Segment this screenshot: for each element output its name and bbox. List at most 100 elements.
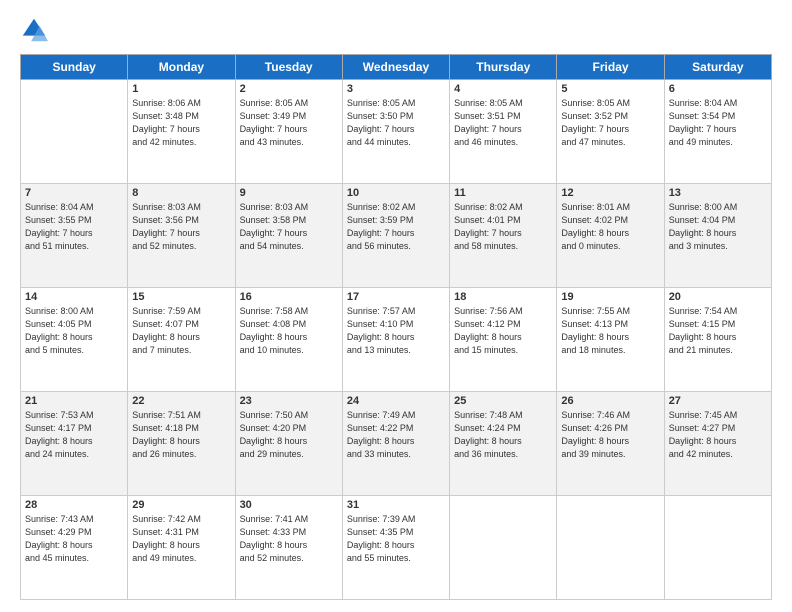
day-number: 19 <box>561 291 659 303</box>
day-number: 27 <box>669 395 767 407</box>
calendar-table: SundayMondayTuesdayWednesdayThursdayFrid… <box>20 54 772 600</box>
day-number: 9 <box>240 187 338 199</box>
col-header-tuesday: Tuesday <box>235 55 342 80</box>
day-cell: 26 Sunrise: 7:46 AM Sunset: 4:26 PM Dayli… <box>557 392 664 496</box>
day-number: 30 <box>240 499 338 511</box>
day-cell: 31Sunrise: 7:39 AM Sunset: 4:35 PM Dayli… <box>342 496 449 600</box>
day-cell <box>557 496 664 600</box>
day-info: Sunrise: 7:49 AM Sunset: 4:22 PM Dayligh… <box>347 409 445 461</box>
day-number: 6 <box>669 83 767 95</box>
day-info: Sunrise: 8:00 AM Sunset: 4:05 PM Dayligh… <box>25 305 123 357</box>
day-number: 24 <box>347 395 445 407</box>
day-cell: 15 Sunrise: 7:59 AM Sunset: 4:07 PM Dayli… <box>128 288 235 392</box>
day-number: 2 <box>240 83 338 95</box>
day-info: Sunrise: 8:03 AM Sunset: 3:56 PM Dayligh… <box>132 201 230 253</box>
day-info: Sunrise: 7:51 AM Sunset: 4:18 PM Dayligh… <box>132 409 230 461</box>
day-cell: 16 Sunrise: 7:58 AM Sunset: 4:08 PM Dayli… <box>235 288 342 392</box>
day-cell: 20Sunrise: 7:54 AM Sunset: 4:15 PM Dayli… <box>664 288 771 392</box>
day-info: Sunrise: 8:05 AM Sunset: 3:52 PM Dayligh… <box>561 97 659 149</box>
day-cell: 23 Sunrise: 7:50 AM Sunset: 4:20 PM Dayli… <box>235 392 342 496</box>
day-number: 15 <box>132 291 230 303</box>
day-number: 11 <box>454 187 552 199</box>
day-cell: 27 Sunrise: 7:45 AM Sunset: 4:27 PM Dayli… <box>664 392 771 496</box>
col-header-friday: Friday <box>557 55 664 80</box>
day-number: 17 <box>347 291 445 303</box>
day-info: Sunrise: 7:46 AM Sunset: 4:26 PM Dayligh… <box>561 409 659 461</box>
day-info: Sunrise: 8:05 AM Sunset: 3:51 PM Dayligh… <box>454 97 552 149</box>
day-info: Sunrise: 7:54 AM Sunset: 4:15 PM Dayligh… <box>669 305 767 357</box>
day-number: 7 <box>25 187 123 199</box>
day-number: 12 <box>561 187 659 199</box>
week-row-2: 7 Sunrise: 8:04 AM Sunset: 3:55 PM Daylig… <box>21 184 772 288</box>
day-info: Sunrise: 8:01 AM Sunset: 4:02 PM Dayligh… <box>561 201 659 253</box>
day-info: Sunrise: 7:53 AM Sunset: 4:17 PM Dayligh… <box>25 409 123 461</box>
day-number: 31 <box>347 499 445 511</box>
day-info: Sunrise: 7:56 AM Sunset: 4:12 PM Dayligh… <box>454 305 552 357</box>
day-info: Sunrise: 8:04 AM Sunset: 3:55 PM Dayligh… <box>25 201 123 253</box>
day-info: Sunrise: 7:45 AM Sunset: 4:27 PM Dayligh… <box>669 409 767 461</box>
col-header-sunday: Sunday <box>21 55 128 80</box>
col-header-monday: Monday <box>128 55 235 80</box>
col-header-saturday: Saturday <box>664 55 771 80</box>
day-cell <box>21 80 128 184</box>
day-number: 8 <box>132 187 230 199</box>
week-row-3: 14 Sunrise: 8:00 AM Sunset: 4:05 PM Dayli… <box>21 288 772 392</box>
day-cell: 6 Sunrise: 8:04 AM Sunset: 3:54 PM Daylig… <box>664 80 771 184</box>
day-cell: 21 Sunrise: 7:53 AM Sunset: 4:17 PM Dayli… <box>21 392 128 496</box>
day-cell: 13 Sunrise: 8:00 AM Sunset: 4:04 PM Dayli… <box>664 184 771 288</box>
day-number: 13 <box>669 187 767 199</box>
day-info: Sunrise: 8:05 AM Sunset: 3:50 PM Dayligh… <box>347 97 445 149</box>
day-cell: 25 Sunrise: 7:48 AM Sunset: 4:24 PM Dayli… <box>450 392 557 496</box>
day-info: Sunrise: 7:43 AM Sunset: 4:29 PM Dayligh… <box>25 513 123 565</box>
day-number: 25 <box>454 395 552 407</box>
day-info: Sunrise: 7:48 AM Sunset: 4:24 PM Dayligh… <box>454 409 552 461</box>
day-number: 29 <box>132 499 230 511</box>
day-info: Sunrise: 8:04 AM Sunset: 3:54 PM Dayligh… <box>669 97 767 149</box>
day-number: 21 <box>25 395 123 407</box>
day-cell <box>664 496 771 600</box>
week-row-4: 21 Sunrise: 7:53 AM Sunset: 4:17 PM Dayli… <box>21 392 772 496</box>
day-cell: 12 Sunrise: 8:01 AM Sunset: 4:02 PM Dayli… <box>557 184 664 288</box>
day-info: Sunrise: 8:00 AM Sunset: 4:04 PM Dayligh… <box>669 201 767 253</box>
day-number: 16 <box>240 291 338 303</box>
day-cell: 7 Sunrise: 8:04 AM Sunset: 3:55 PM Daylig… <box>21 184 128 288</box>
day-number: 26 <box>561 395 659 407</box>
day-info: Sunrise: 7:55 AM Sunset: 4:13 PM Dayligh… <box>561 305 659 357</box>
day-number: 10 <box>347 187 445 199</box>
day-cell: 22 Sunrise: 7:51 AM Sunset: 4:18 PM Dayli… <box>128 392 235 496</box>
header <box>20 16 772 44</box>
day-cell: 10Sunrise: 8:02 AM Sunset: 3:59 PM Dayli… <box>342 184 449 288</box>
day-number: 1 <box>132 83 230 95</box>
calendar-header-row: SundayMondayTuesdayWednesdayThursdayFrid… <box>21 55 772 80</box>
day-cell: 29Sunrise: 7:42 AM Sunset: 4:31 PM Dayli… <box>128 496 235 600</box>
day-info: Sunrise: 7:41 AM Sunset: 4:33 PM Dayligh… <box>240 513 338 565</box>
day-cell: 8 Sunrise: 8:03 AM Sunset: 3:56 PM Daylig… <box>128 184 235 288</box>
col-header-thursday: Thursday <box>450 55 557 80</box>
day-cell: 19 Sunrise: 7:55 AM Sunset: 4:13 PM Dayli… <box>557 288 664 392</box>
day-number: 22 <box>132 395 230 407</box>
day-number: 18 <box>454 291 552 303</box>
day-info: Sunrise: 8:03 AM Sunset: 3:58 PM Dayligh… <box>240 201 338 253</box>
week-row-1: 1 Sunrise: 8:06 AM Sunset: 3:48 PM Daylig… <box>21 80 772 184</box>
day-cell <box>450 496 557 600</box>
day-number: 5 <box>561 83 659 95</box>
week-row-5: 28 Sunrise: 7:43 AM Sunset: 4:29 PM Dayli… <box>21 496 772 600</box>
day-number: 14 <box>25 291 123 303</box>
day-info: Sunrise: 8:06 AM Sunset: 3:48 PM Dayligh… <box>132 97 230 149</box>
day-info: Sunrise: 8:05 AM Sunset: 3:49 PM Dayligh… <box>240 97 338 149</box>
day-cell: 3 Sunrise: 8:05 AM Sunset: 3:50 PM Daylig… <box>342 80 449 184</box>
day-number: 23 <box>240 395 338 407</box>
day-cell: 9 Sunrise: 8:03 AM Sunset: 3:58 PM Daylig… <box>235 184 342 288</box>
day-info: Sunrise: 7:57 AM Sunset: 4:10 PM Dayligh… <box>347 305 445 357</box>
day-cell: 11Sunrise: 8:02 AM Sunset: 4:01 PM Dayli… <box>450 184 557 288</box>
logo-icon <box>20 16 48 44</box>
day-number: 3 <box>347 83 445 95</box>
day-number: 28 <box>25 499 123 511</box>
day-number: 4 <box>454 83 552 95</box>
day-cell: 1 Sunrise: 8:06 AM Sunset: 3:48 PM Daylig… <box>128 80 235 184</box>
day-info: Sunrise: 7:58 AM Sunset: 4:08 PM Dayligh… <box>240 305 338 357</box>
day-info: Sunrise: 7:50 AM Sunset: 4:20 PM Dayligh… <box>240 409 338 461</box>
day-cell: 4 Sunrise: 8:05 AM Sunset: 3:51 PM Daylig… <box>450 80 557 184</box>
day-cell: 17 Sunrise: 7:57 AM Sunset: 4:10 PM Dayli… <box>342 288 449 392</box>
day-info: Sunrise: 7:59 AM Sunset: 4:07 PM Dayligh… <box>132 305 230 357</box>
